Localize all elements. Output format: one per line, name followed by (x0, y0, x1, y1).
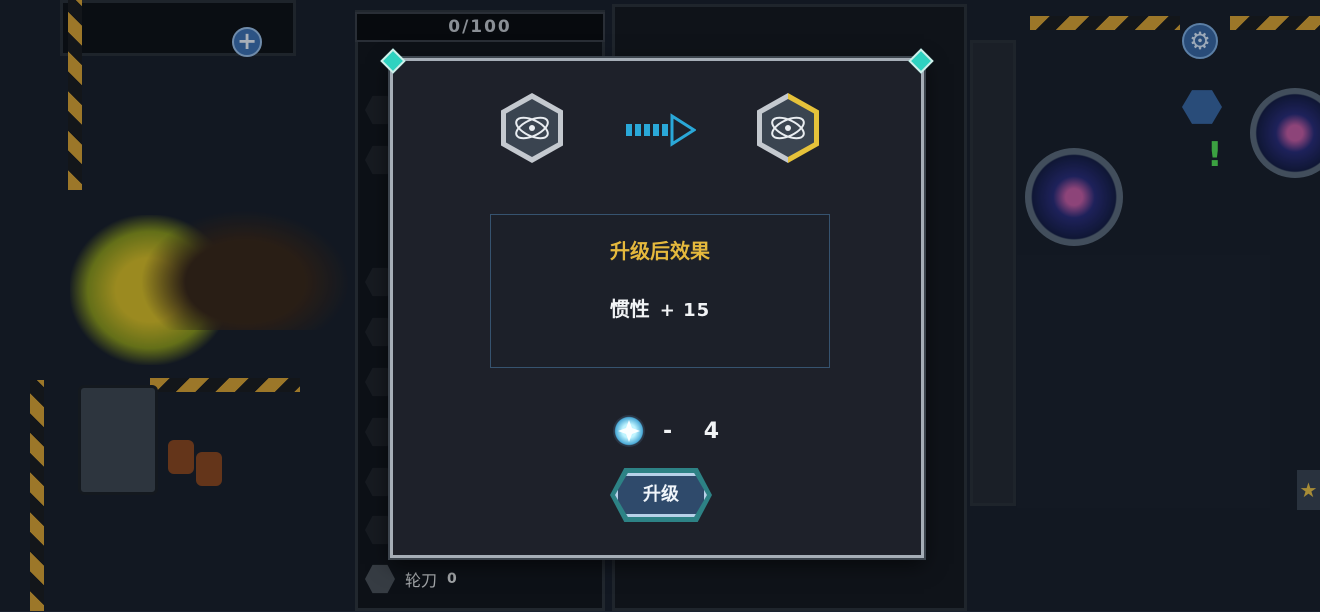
current-skill-icon (501, 93, 563, 163)
orbit-skill-icon (515, 116, 549, 140)
upgraded-skill-icon (757, 93, 819, 163)
stat-bonus-line: 惯性 + 15 (491, 293, 829, 322)
cost-value: - 4 (663, 418, 732, 444)
orbit-skill-icon (771, 116, 805, 140)
effect-panel: 升级后效果 惯性 + 15 (490, 214, 830, 368)
crystal-icon (613, 415, 645, 447)
upgrade-dialog: 升级后效果 惯性 + 15 - 4 升级 (380, 48, 934, 558)
effect-title: 升级后效果 (610, 239, 710, 263)
upgrade-button[interactable]: 升级 (615, 473, 707, 517)
upgrade-cost: - 4 (613, 413, 731, 449)
stat-name: 惯性 (609, 297, 650, 321)
stat-bonus-value: + 15 (659, 300, 711, 321)
upgrade-arrow-icon (626, 113, 696, 147)
